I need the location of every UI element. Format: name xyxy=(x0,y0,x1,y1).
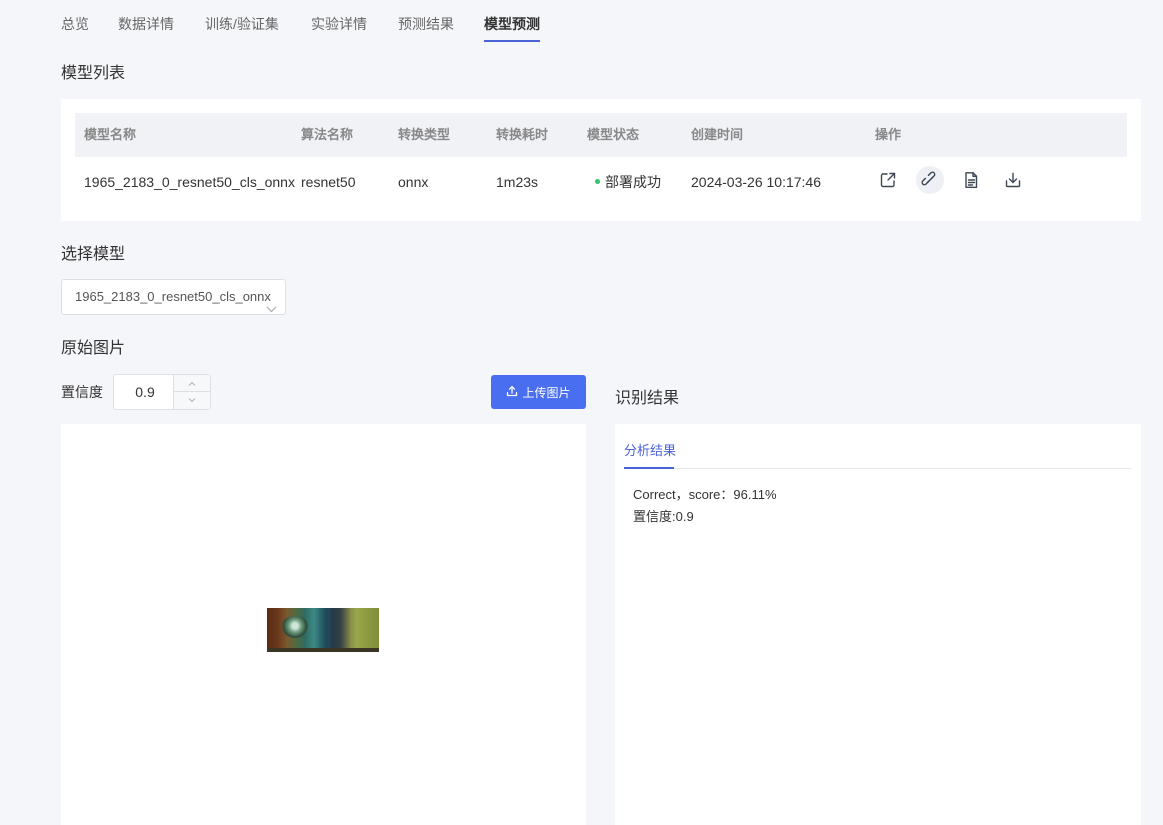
model-select-value: 1965_2183_0_resnet50_cls_onnx xyxy=(75,289,271,304)
cell-model-name: 1965_2183_0_resnet50_cls_onnx xyxy=(84,174,295,190)
model-select[interactable]: 1965_2183_0_resnet50_cls_onnx xyxy=(61,279,286,315)
upload-icon xyxy=(506,385,518,400)
col-created-time: 创建时间 xyxy=(691,127,744,142)
confidence-stepper[interactable]: 0.9 xyxy=(113,374,211,410)
cell-algorithm: resnet50 xyxy=(301,174,356,190)
result-score-text: Correct，score：96.11% xyxy=(633,487,777,502)
link-icon[interactable] xyxy=(916,166,944,194)
tab-experiment-details[interactable]: 实验详情 xyxy=(311,14,367,34)
tab-analysis-results[interactable]: 分析结果 xyxy=(624,442,676,460)
result-confidence-text: 置信度:0.9 xyxy=(633,509,694,524)
status-dot xyxy=(595,178,600,184)
col-model-status: 模型状态 xyxy=(587,127,640,142)
cell-convert-type: onnx xyxy=(398,174,429,190)
status-text: 部署成功 xyxy=(605,174,661,190)
original-image-panel xyxy=(61,424,586,825)
decrement-button[interactable] xyxy=(174,392,210,409)
recognition-results-panel: 分析结果 Correct，score：96.11% 置信度:0.9 xyxy=(615,424,1141,825)
select-model-title: 选择模型 xyxy=(61,246,126,263)
tab-model-prediction[interactable]: 模型预测 xyxy=(484,14,540,42)
document-icon[interactable] xyxy=(957,166,985,194)
tab-data-details[interactable]: 数据详情 xyxy=(118,14,174,34)
confidence-label: 置信度 xyxy=(61,384,103,400)
col-model-name: 模型名称 xyxy=(84,127,137,142)
chevron-down-icon xyxy=(266,292,277,314)
upload-image-button[interactable]: 上传图片 xyxy=(491,375,586,409)
col-actions: 操作 xyxy=(875,127,902,142)
cell-created-time: 2024-03-26 10:17:46 xyxy=(691,174,821,190)
confidence-input[interactable]: 0.9 xyxy=(114,375,176,409)
model-list-card: 模型名称 算法名称 转换类型 转换耗时 模型状态 创建时间 操作 1965_21… xyxy=(61,99,1141,221)
col-algorithm: 算法名称 xyxy=(301,127,354,142)
col-convert-time: 转换耗时 xyxy=(496,127,549,142)
uploaded-image xyxy=(267,608,379,652)
tab-train-val-set[interactable]: 训练/验证集 xyxy=(205,14,279,34)
tab-divider xyxy=(624,468,1132,469)
col-convert-type: 转换类型 xyxy=(398,127,451,142)
share-icon[interactable] xyxy=(874,166,902,194)
upload-label: 上传图片 xyxy=(522,385,571,400)
download-icon[interactable] xyxy=(999,166,1027,194)
tab-overview[interactable]: 总览 xyxy=(61,14,89,34)
recognition-results-title: 识别结果 xyxy=(615,390,680,407)
cell-convert-time: 1m23s xyxy=(496,174,539,190)
tab-prediction-results[interactable]: 预测结果 xyxy=(398,14,454,34)
increment-button[interactable] xyxy=(174,375,210,392)
model-list-title: 模型列表 xyxy=(61,65,126,82)
original-image-title: 原始图片 xyxy=(61,340,126,357)
table-header: 模型名称 算法名称 转换类型 转换耗时 模型状态 创建时间 操作 xyxy=(75,113,1127,157)
active-tab-indicator xyxy=(624,467,674,469)
cell-model-status: 部署成功 xyxy=(595,173,661,191)
